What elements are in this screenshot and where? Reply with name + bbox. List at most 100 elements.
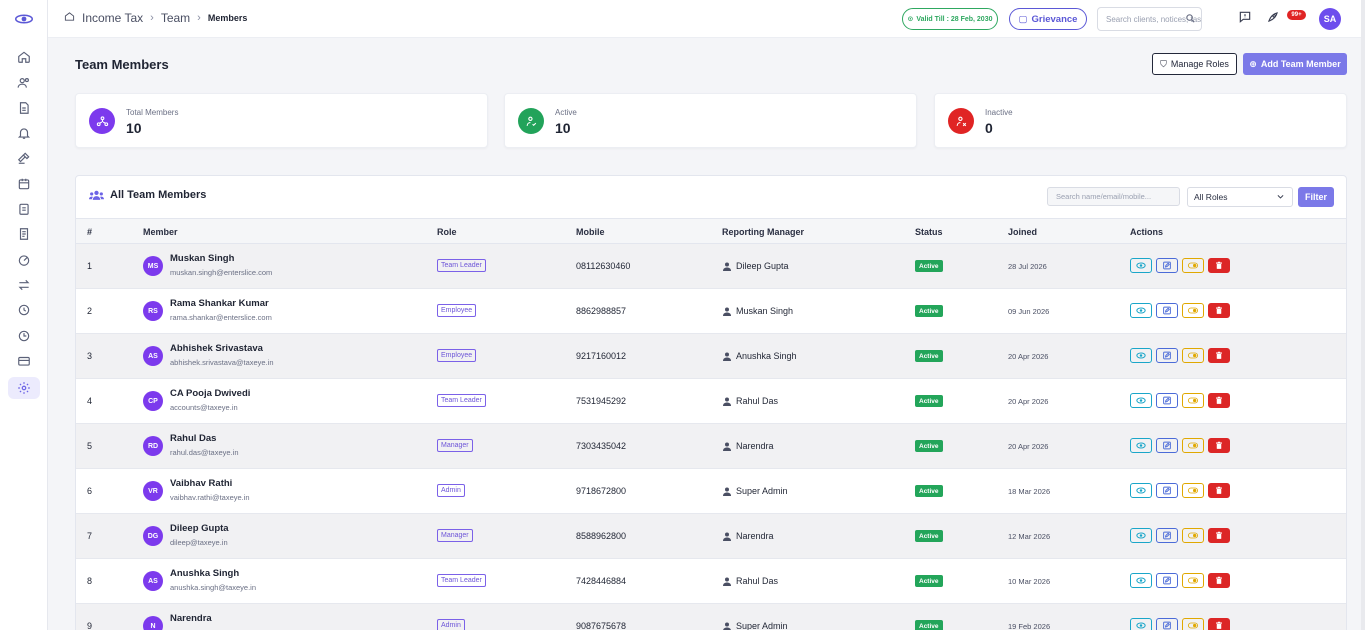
row-actions <box>1130 303 1230 318</box>
toggle-status-button[interactable] <box>1182 258 1204 273</box>
row-number: 8 <box>87 576 93 586</box>
toggle-status-button[interactable] <box>1182 438 1204 453</box>
table-row: 2 RS Rama Shankar Kumar rama.shankar@ent… <box>76 289 1346 334</box>
toggle-status-button[interactable] <box>1182 303 1204 318</box>
member-name: Vaibhav Rathi <box>170 478 233 489</box>
table-row: 3 AS Abhishek Srivastava abhishek.srivas… <box>76 334 1346 379</box>
pencil-icon <box>1163 351 1171 360</box>
manage-roles-button[interactable]: ⛉ Manage Roles <box>1152 53 1237 75</box>
joined-date: 09 Jun 2026 <box>1008 307 1050 316</box>
view-button[interactable] <box>1130 618 1152 630</box>
edit-button[interactable] <box>1156 528 1178 543</box>
clock-icon[interactable] <box>14 300 34 320</box>
feedback-icon[interactable] <box>1238 10 1252 24</box>
view-button[interactable] <box>1130 528 1152 543</box>
edit-button[interactable] <box>1156 348 1178 363</box>
home-icon[interactable] <box>14 47 34 67</box>
bell-icon[interactable] <box>14 123 34 143</box>
view-button[interactable] <box>1130 573 1152 588</box>
view-button[interactable] <box>1130 258 1152 273</box>
users-icon[interactable] <box>14 73 34 93</box>
add-team-member-button[interactable]: ⊕ Add Team Member <box>1243 53 1347 75</box>
table-body: 1 MS Muskan Singh muskan.singh@enterslic… <box>76 244 1346 630</box>
view-button[interactable] <box>1130 438 1152 453</box>
role-badge: Team Leader <box>437 259 486 272</box>
view-button[interactable] <box>1130 303 1152 318</box>
col-actions: Actions <box>1130 227 1164 237</box>
calendar-icon[interactable] <box>14 174 34 194</box>
joined-date: 10 Mar 2026 <box>1008 577 1051 586</box>
view-button[interactable] <box>1130 483 1152 498</box>
notification-badge[interactable]: 99+ <box>1287 10 1306 20</box>
pencil-icon <box>1163 621 1171 630</box>
global-search-input[interactable]: Search clients, notices, tasks... <box>1097 7 1202 31</box>
joined-date: 20 Apr 2026 <box>1008 352 1049 361</box>
edit-button[interactable] <box>1156 573 1178 588</box>
file-icon[interactable] <box>14 98 34 118</box>
edit-button[interactable] <box>1156 438 1178 453</box>
delete-button[interactable] <box>1208 483 1230 498</box>
member-mobile: 7303435042 <box>576 441 627 451</box>
delete-button[interactable] <box>1208 258 1230 273</box>
row-number: 2 <box>87 306 93 316</box>
toggle-status-button[interactable] <box>1182 573 1204 588</box>
toggle-status-button[interactable] <box>1182 393 1204 408</box>
filter-button[interactable]: Filter <box>1298 187 1334 207</box>
row-number: 9 <box>87 621 93 630</box>
trash-icon <box>1216 576 1222 584</box>
delete-button[interactable] <box>1208 393 1230 408</box>
rocket-icon[interactable] <box>1266 10 1280 24</box>
role-badge: Employee <box>437 349 477 362</box>
breadcrumb-team[interactable]: Team <box>161 11 190 25</box>
clipboard-icon[interactable] <box>14 199 34 219</box>
home-icon[interactable] <box>64 11 75 25</box>
settings-icon[interactable] <box>8 377 40 399</box>
trash-icon <box>1216 396 1222 404</box>
row-number: 1 <box>87 261 93 271</box>
breadcrumb-income-tax[interactable]: Income Tax <box>82 11 143 25</box>
stat-value: 10 <box>555 120 571 136</box>
edit-button[interactable] <box>1156 303 1178 318</box>
toggle-status-button[interactable] <box>1182 528 1204 543</box>
transfer-icon[interactable] <box>14 275 34 295</box>
breadcrumb: Income Tax › Team › Members <box>64 11 247 25</box>
member-name: Dileep Gupta <box>170 523 229 534</box>
view-button[interactable] <box>1130 393 1152 408</box>
role-filter-select[interactable]: All Roles <box>1187 187 1293 207</box>
document-icon[interactable] <box>14 224 34 244</box>
delete-button[interactable] <box>1208 573 1230 588</box>
gavel-icon[interactable] <box>14 148 34 168</box>
analytics-icon[interactable] <box>14 250 34 270</box>
breadcrumb-current: Members <box>207 13 248 23</box>
page-scrollbar[interactable] <box>1361 0 1365 630</box>
card-icon[interactable] <box>14 351 34 371</box>
member-search-input[interactable]: Search name/email/mobile... <box>1047 187 1180 206</box>
grievance-button[interactable]: ▢ Grievance <box>1009 8 1087 30</box>
row-number: 4 <box>87 396 93 406</box>
delete-button[interactable] <box>1208 303 1230 318</box>
member-avatar: RS <box>143 301 163 321</box>
table-row: 9 N Narendra Admin 9087675678 Super Admi… <box>76 604 1346 630</box>
edit-button[interactable] <box>1156 393 1178 408</box>
edit-button[interactable] <box>1156 483 1178 498</box>
reporting-manager: Super Admin <box>723 486 788 496</box>
toggle-icon <box>1188 577 1198 584</box>
delete-button[interactable] <box>1208 528 1230 543</box>
delete-button[interactable] <box>1208 618 1230 630</box>
eye-logo-icon[interactable] <box>15 12 33 26</box>
joined-date: 18 Mar 2026 <box>1008 487 1051 496</box>
joined-date: 28 Jul 2026 <box>1008 262 1047 271</box>
delete-button[interactable] <box>1208 438 1230 453</box>
toggle-status-button[interactable] <box>1182 618 1204 630</box>
trash-icon <box>1216 486 1222 494</box>
toggle-status-button[interactable] <box>1182 483 1204 498</box>
status-badge: Active <box>915 350 943 362</box>
delete-button[interactable] <box>1208 348 1230 363</box>
view-button[interactable] <box>1130 348 1152 363</box>
reporting-manager: Dileep Gupta <box>723 261 789 271</box>
toggle-status-button[interactable] <box>1182 348 1204 363</box>
user-avatar[interactable]: SA <box>1319 8 1341 30</box>
edit-button[interactable] <box>1156 258 1178 273</box>
history-icon[interactable] <box>14 326 34 346</box>
edit-button[interactable] <box>1156 618 1178 630</box>
